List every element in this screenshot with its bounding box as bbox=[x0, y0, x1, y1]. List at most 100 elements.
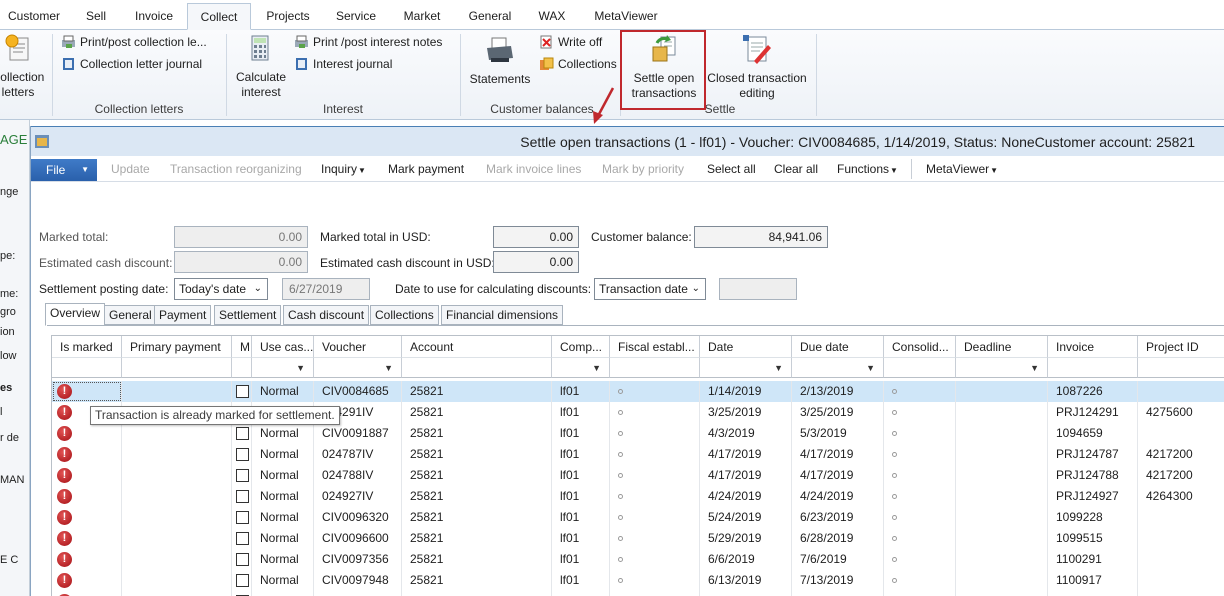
mark-checkbox[interactable] bbox=[236, 553, 249, 566]
cell-consolidated bbox=[884, 570, 956, 591]
write-off-button[interactable]: Write off bbox=[538, 32, 602, 52]
column-header-use-cash[interactable]: Use cas... bbox=[252, 336, 314, 358]
print-post-collection-letters-button[interactable]: Print/post collection le... bbox=[60, 32, 207, 52]
mark-checkbox[interactable] bbox=[236, 385, 249, 398]
warning-icon[interactable]: ! bbox=[57, 489, 72, 504]
column-filter-m[interactable] bbox=[232, 358, 252, 378]
warning-icon[interactable]: ! bbox=[57, 468, 72, 483]
table-row[interactable]: ! NormalCIV009863025821lf01 6/21/20197/21/… bbox=[52, 591, 1224, 596]
table-row[interactable]: ! Normal CIV0084685 25821 lf01 1/14/2019 2/13/… bbox=[52, 381, 1224, 402]
settlement-posting-date-field[interactable]: 6/27/2019 bbox=[282, 278, 370, 300]
ribbon-tab-wax[interactable]: WAX bbox=[528, 3, 576, 30]
closed-transaction-editing-button[interactable]: Closed transaction editing bbox=[706, 33, 808, 101]
mark-checkbox[interactable] bbox=[236, 511, 249, 524]
select-all-button[interactable]: Select all bbox=[707, 162, 756, 176]
mark-checkbox[interactable] bbox=[236, 448, 249, 461]
subtab-collections[interactable]: Collections bbox=[370, 305, 439, 325]
table-row[interactable]: ! Normal CIV0091887 25821 lf01 4/3/2019 5/3/20… bbox=[52, 423, 1224, 444]
collection-letters-button[interactable]: Collection letters bbox=[0, 32, 50, 100]
table-row[interactable]: ! Normal 024927IV 25821 lf01 4/24/2019 4/24/20… bbox=[52, 486, 1224, 507]
column-filter-consolidated[interactable] bbox=[884, 358, 956, 378]
warning-icon[interactable]: ! bbox=[57, 405, 72, 420]
column-header-project-id[interactable]: Project ID bbox=[1138, 336, 1224, 358]
table-row[interactable]: ! Normal CIV0097948 25821 lf01 6/13/2019 7/13/… bbox=[52, 570, 1224, 591]
statements-button[interactable]: Statements bbox=[466, 34, 534, 87]
subtab-general[interactable]: General bbox=[104, 305, 157, 325]
column-filter-company[interactable]: ▼ bbox=[552, 358, 610, 378]
table-row[interactable]: ! Normal CIV0096600 25821 lf01 5/29/2019 6/28/… bbox=[52, 528, 1224, 549]
inquiry-menu-button[interactable]: Inquiry▼ bbox=[321, 162, 366, 176]
column-header-account[interactable]: Account bbox=[402, 336, 552, 358]
column-filter-voucher[interactable]: ▼ bbox=[314, 358, 402, 378]
print-post-interest-notes-button[interactable]: Print /post interest notes bbox=[293, 32, 442, 52]
ribbon-tab-metaviewer[interactable]: MetaViewer bbox=[584, 3, 668, 30]
update-button[interactable]: Update bbox=[111, 162, 150, 176]
column-filter-use-cash[interactable]: ▼ bbox=[252, 358, 314, 378]
mark-checkbox[interactable] bbox=[236, 532, 249, 545]
column-header-consolidated[interactable]: Consolid... bbox=[884, 336, 956, 358]
column-header-due-date[interactable]: Due date bbox=[792, 336, 884, 358]
mark-checkbox[interactable] bbox=[236, 490, 249, 503]
column-filter-deadline[interactable]: ▼ bbox=[956, 358, 1048, 378]
ribbon-tab-general[interactable]: General bbox=[458, 3, 522, 30]
table-row[interactable]: ! Normal 024788IV 25821 lf01 4/17/2019 4/17/20… bbox=[52, 465, 1224, 486]
subtab-cash-discount[interactable]: Cash discount bbox=[283, 305, 370, 325]
warning-icon[interactable]: ! bbox=[57, 510, 72, 525]
column-filter-due-date[interactable]: ▼ bbox=[792, 358, 884, 378]
column-filter-date[interactable]: ▼ bbox=[700, 358, 792, 378]
column-header-deadline[interactable]: Deadline bbox=[956, 336, 1048, 358]
column-filter-account[interactable] bbox=[402, 358, 552, 378]
table-row[interactable]: ! Normal 024787IV 25821 lf01 4/17/2019 4/17/20… bbox=[52, 444, 1224, 465]
file-menu-button[interactable]: File ▼ bbox=[31, 159, 97, 181]
column-header-m[interactable]: M bbox=[232, 336, 252, 358]
mark-checkbox[interactable] bbox=[236, 574, 249, 587]
metaviewer-menu-button[interactable]: MetaViewer▼ bbox=[926, 162, 998, 176]
mark-by-priority-button[interactable]: Mark by priority bbox=[602, 162, 684, 176]
interest-journal-button[interactable]: Interest journal bbox=[293, 54, 392, 74]
warning-icon[interactable]: ! bbox=[57, 384, 72, 399]
ribbon-tab-sell[interactable]: Sell bbox=[72, 3, 120, 30]
ribbon-tab-collect[interactable]: Collect bbox=[187, 3, 251, 30]
column-header-company[interactable]: Comp... bbox=[552, 336, 610, 358]
ribbon-tab-projects[interactable]: Projects bbox=[254, 3, 322, 30]
column-header-date[interactable]: Date bbox=[700, 336, 792, 358]
settlement-posting-date-select[interactable]: Today's date ⌄ bbox=[174, 278, 268, 300]
clear-all-button[interactable]: Clear all bbox=[774, 162, 818, 176]
column-filter-is-marked[interactable] bbox=[52, 358, 122, 378]
subtab-settlement[interactable]: Settlement bbox=[214, 305, 282, 325]
warning-icon[interactable]: ! bbox=[57, 552, 72, 567]
column-header-primary-payment[interactable]: Primary payment bbox=[122, 336, 232, 358]
mark-payment-button[interactable]: Mark payment bbox=[388, 162, 464, 176]
warning-icon[interactable]: ! bbox=[57, 531, 72, 546]
column-header-is-marked[interactable]: Is marked bbox=[52, 336, 122, 358]
warning-icon[interactable]: ! bbox=[57, 447, 72, 462]
subtab-payment[interactable]: Payment bbox=[154, 305, 212, 325]
mark-checkbox[interactable] bbox=[236, 427, 249, 440]
column-filter-primary-payment[interactable] bbox=[122, 358, 232, 378]
ribbon-tab-customer[interactable]: Customer bbox=[0, 3, 68, 30]
mark-checkbox[interactable] bbox=[236, 469, 249, 482]
subtab-financial-dimensions[interactable]: Financial dimensions bbox=[441, 305, 564, 325]
functions-menu-button[interactable]: Functions▼ bbox=[837, 162, 898, 176]
transaction-reorganizing-button[interactable]: Transaction reorganizing bbox=[170, 162, 302, 176]
column-header-voucher[interactable]: Voucher bbox=[314, 336, 402, 358]
table-row[interactable]: ! Normal CIV0097356 25821 lf01 6/6/2019 7/6/20… bbox=[52, 549, 1224, 570]
ribbon-tab-service[interactable]: Service bbox=[324, 3, 388, 30]
ribbon-tab-invoice[interactable]: Invoice bbox=[124, 3, 184, 30]
table-row[interactable]: ! Normal CIV0096320 25821 lf01 5/24/2019 6/23/… bbox=[52, 507, 1224, 528]
column-filter-project-id[interactable] bbox=[1138, 358, 1224, 378]
date-for-discounts-field[interactable] bbox=[719, 278, 797, 300]
warning-icon[interactable]: ! bbox=[57, 573, 72, 588]
warning-icon[interactable]: ! bbox=[57, 426, 72, 441]
calculate-interest-button[interactable]: Calculate interest bbox=[230, 32, 292, 100]
column-header-invoice[interactable]: Invoice bbox=[1048, 336, 1138, 358]
collections-button[interactable]: Collections bbox=[538, 54, 617, 74]
date-for-discounts-select[interactable]: Transaction date ⌄ bbox=[594, 278, 706, 300]
column-header-fiscal-establishment[interactable]: Fiscal establ... bbox=[610, 336, 700, 358]
column-filter-fiscal-establishment[interactable] bbox=[610, 358, 700, 378]
mark-invoice-lines-button[interactable]: Mark invoice lines bbox=[486, 162, 581, 176]
collection-letter-journal-button[interactable]: Collection letter journal bbox=[60, 54, 202, 74]
ribbon-tab-market[interactable]: Market bbox=[392, 3, 452, 30]
column-filter-invoice[interactable] bbox=[1048, 358, 1138, 378]
subtab-overview[interactable]: Overview bbox=[45, 303, 106, 326]
